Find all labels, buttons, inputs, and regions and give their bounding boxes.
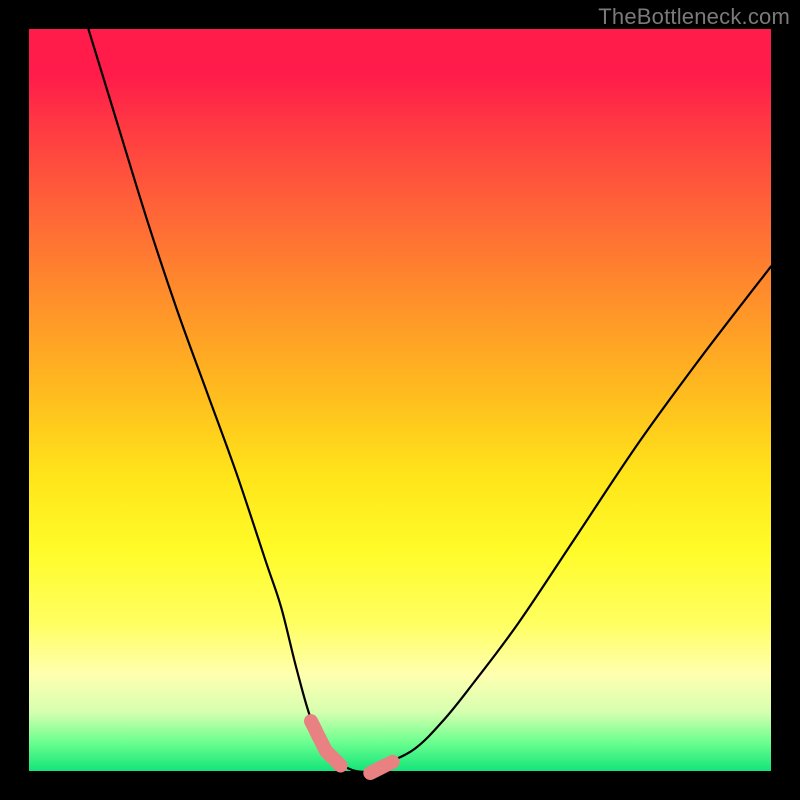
bottleneck-curve <box>88 29 771 772</box>
plot-area <box>29 29 771 771</box>
series-marker-0 <box>311 721 341 766</box>
series-marker-1 <box>370 762 392 773</box>
chart-frame: TheBottleneck.com <box>0 0 800 800</box>
watermark-text: TheBottleneck.com <box>598 4 790 30</box>
marker-group <box>311 721 393 773</box>
curve-layer <box>29 29 771 771</box>
